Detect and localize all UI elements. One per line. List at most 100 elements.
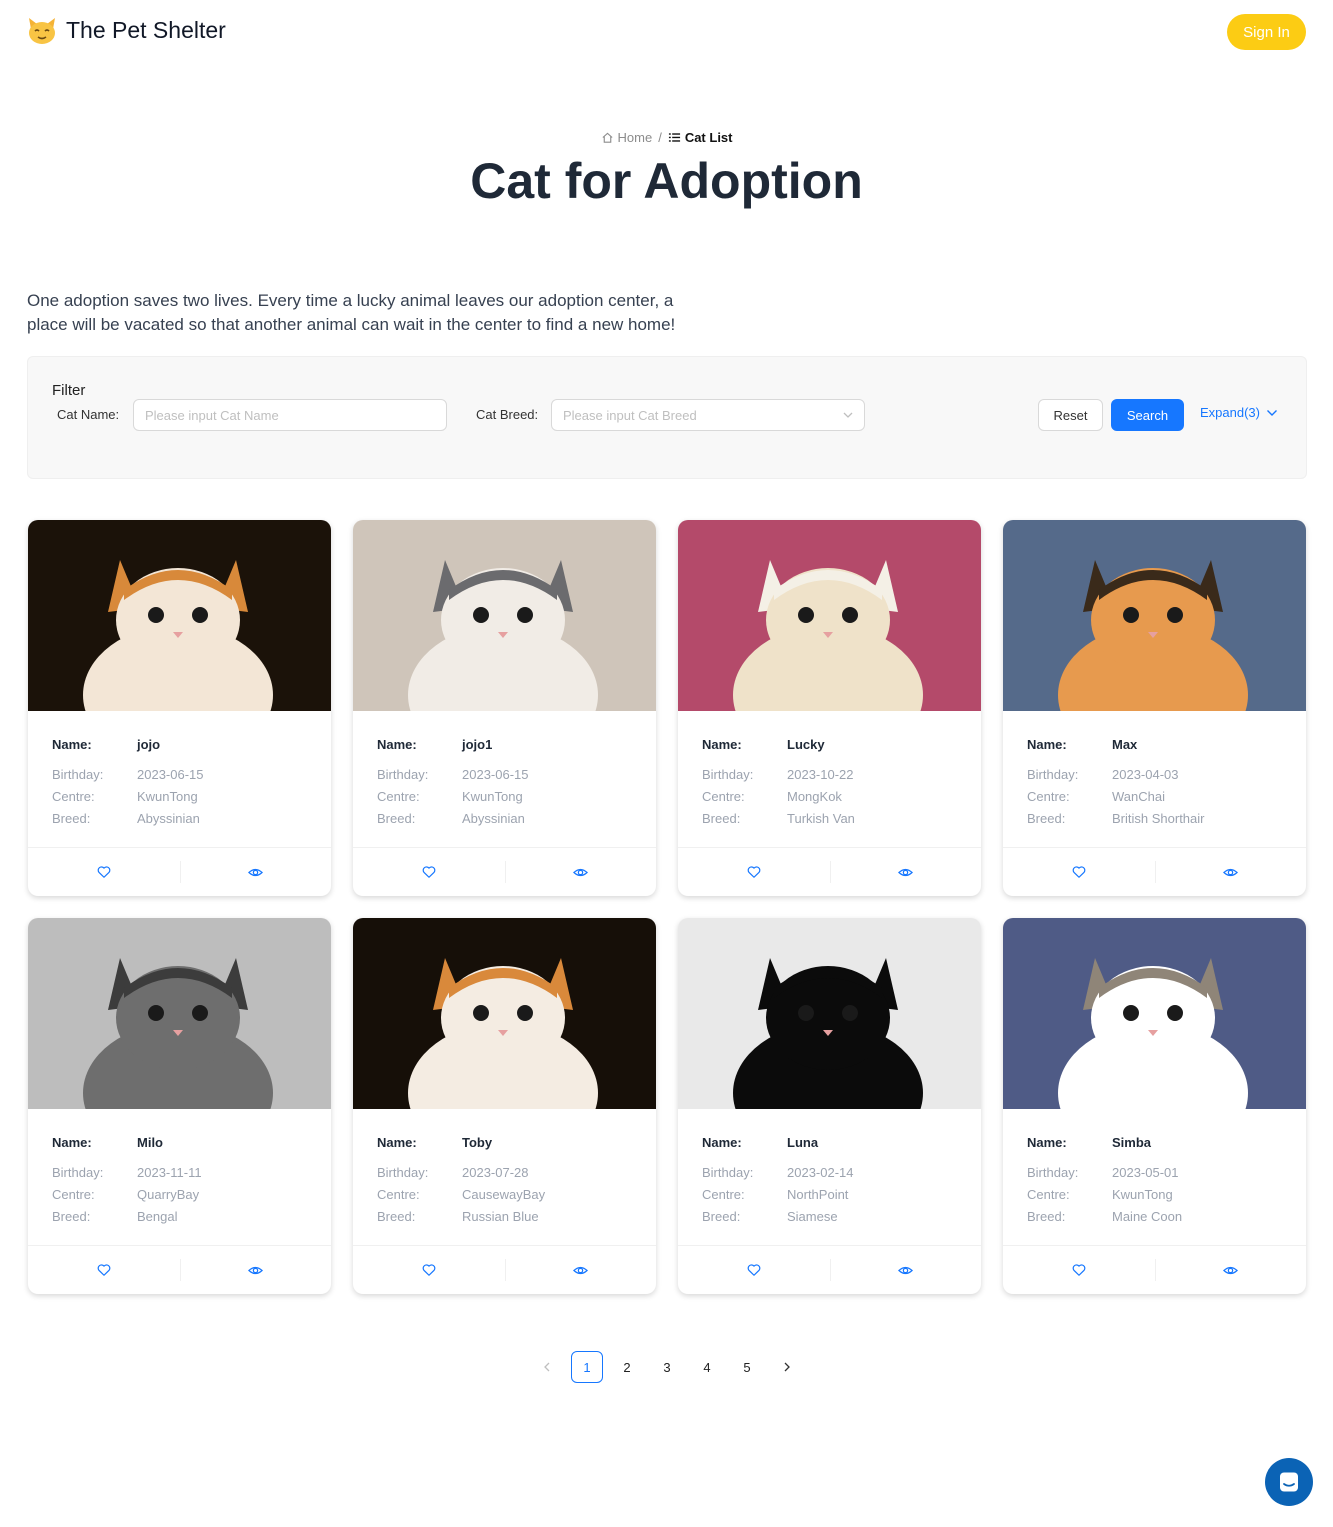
cat-details: Name: jojo1 Birthday: 2023-06-15 Centre: Kwun… (377, 734, 640, 830)
prev-page-button[interactable] (531, 1351, 563, 1383)
page-3-button[interactable]: 3 (651, 1351, 683, 1383)
page-2-button[interactable]: 2 (611, 1351, 643, 1383)
sign-in-button[interactable]: Sign In (1227, 14, 1306, 50)
cat-birthday-row: Birthday: 2023-04-03 (1027, 764, 1290, 786)
cat-breed-value: Abyssinian (462, 811, 525, 826)
view-button[interactable] (504, 848, 657, 896)
cat-breed-select[interactable]: Please input Cat Breed (551, 399, 865, 431)
intro-text: One adoption saves two lives. Every time… (27, 291, 676, 334)
cat-name-row: Name: Luna (702, 1132, 965, 1154)
cat-breed-label: Breed: (377, 1209, 416, 1224)
cat-centre-label: Centre: (377, 1187, 420, 1202)
breadcrumb-home-label: Home (617, 130, 653, 145)
favorite-button[interactable] (28, 848, 180, 896)
favorite-button[interactable] (678, 848, 830, 896)
cat-name-value: Luna (787, 1135, 819, 1150)
chevron-left-icon (544, 1362, 550, 1372)
cat-centre-row: Centre: WanChai (1027, 786, 1290, 808)
cat-breed-label: Breed: (702, 1209, 741, 1224)
cat-name-label: Name: (377, 737, 417, 752)
page-4-button[interactable]: 4 (691, 1351, 723, 1383)
cat-card[interactable]: Name: Max Birthday: 2023-04-03 Centre: WanCha… (1003, 520, 1306, 896)
card-actions (1003, 847, 1306, 896)
view-button[interactable] (829, 1246, 982, 1294)
cat-name-label: Name: (377, 1135, 417, 1150)
cat-card[interactable]: Name: Toby Birthday: 2023-07-28 Centre: Cause… (353, 918, 656, 1294)
cat-photo (28, 520, 331, 711)
cat-card[interactable]: Name: Luna Birthday: 2023-02-14 Centre: North… (678, 918, 981, 1294)
cat-card[interactable]: Name: Lucky Birthday: 2023-10-22 Centre: Mong… (678, 520, 981, 896)
cat-details: Name: Luna Birthday: 2023-02-14 Centre: North… (702, 1132, 965, 1228)
cat-photo (353, 520, 656, 711)
view-button[interactable] (1154, 1246, 1307, 1294)
chat-button[interactable] (1265, 1458, 1313, 1506)
eye-icon (247, 868, 263, 876)
cat-breed-value: Russian Blue (462, 1209, 539, 1224)
favorite-button[interactable] (1003, 1246, 1155, 1294)
cat-breed-value: Siamese (787, 1209, 838, 1224)
breadcrumb-current-label: Cat List (684, 130, 733, 145)
cat-breed-row: Breed: Maine Coon (1027, 1206, 1290, 1228)
view-button[interactable] (179, 1246, 332, 1294)
cat-card[interactable]: Name: Milo Birthday: 2023-11-11 Centre: Quarr… (28, 918, 331, 1294)
eye-icon (572, 868, 588, 876)
favorite-button[interactable] (353, 848, 505, 896)
cat-birthday-value: 2023-02-14 (787, 1165, 854, 1180)
favorite-button[interactable] (678, 1246, 830, 1294)
brand[interactable]: The Pet Shelter (26, 14, 226, 46)
cat-name-label: Name: (52, 737, 92, 752)
page-5-button[interactable]: 5 (731, 1351, 763, 1383)
cat-card[interactable]: Name: Simba Birthday: 2023-05-01 Centre: Kwun… (1003, 918, 1306, 1294)
filter-panel: Filter Cat Name: Cat Breed: Please input… (27, 356, 1307, 479)
cat-centre-row: Centre: CausewayBay (377, 1184, 640, 1206)
favorite-button[interactable] (1003, 848, 1155, 896)
view-button[interactable] (829, 848, 982, 896)
page-1-button[interactable]: 1 (571, 1351, 603, 1383)
cat-card[interactable]: Name: jojo Birthday: 2023-06-15 Centre: KwunT… (28, 520, 331, 896)
cat-breed-label: Breed: (702, 811, 741, 826)
cat-name-row: Name: Lucky (702, 734, 965, 756)
card-actions (28, 1245, 331, 1294)
search-button[interactable]: Search (1111, 399, 1184, 431)
favorite-button[interactable] (28, 1246, 180, 1294)
cat-breed-row: Breed: British Shorthair (1027, 808, 1290, 830)
cat-name-row: Name: jojo1 (377, 734, 640, 756)
cat-breed-row: Breed: Siamese (702, 1206, 965, 1228)
card-actions (1003, 1245, 1306, 1294)
cat-card[interactable]: Name: jojo1 Birthday: 2023-06-15 Centre: Kwun… (353, 520, 656, 896)
cat-breed-label: Breed: (377, 811, 416, 826)
pagination: 12345 (531, 1351, 803, 1383)
cat-breed-row: Breed: Abyssinian (52, 808, 315, 830)
next-page-button[interactable] (771, 1351, 803, 1383)
cat-name-value: Toby (462, 1135, 493, 1150)
heart-icon (422, 1264, 436, 1276)
cat-name-label: Cat Name: (57, 407, 120, 422)
cat-centre-row: Centre: KwunTong (377, 786, 640, 808)
cat-centre-value: NorthPoint (787, 1187, 849, 1202)
cat-centre-label: Centre: (702, 1187, 745, 1202)
eye-icon (572, 1266, 588, 1274)
cat-centre-label: Centre: (702, 789, 745, 804)
cat-birthday-value: 2023-06-15 (137, 767, 204, 782)
cat-name-input[interactable] (133, 399, 447, 431)
heart-icon (97, 1264, 111, 1276)
cat-details: Name: Simba Birthday: 2023-05-01 Centre: Kwun… (1027, 1132, 1290, 1228)
cat-breed-label: Breed: (1027, 1209, 1066, 1224)
favorite-button[interactable] (353, 1246, 505, 1294)
cat-name-label: Name: (52, 1135, 92, 1150)
brand-name: The Pet Shelter (66, 16, 226, 43)
expand-toggle[interactable]: Expand(3) (1200, 405, 1278, 420)
view-button[interactable] (504, 1246, 657, 1294)
reset-button[interactable]: Reset (1038, 399, 1103, 431)
cat-name-label: Name: (702, 737, 742, 752)
cat-card-grid: Name: jojo Birthday: 2023-06-15 Centre: KwunT… (28, 520, 1307, 1294)
eye-icon (897, 868, 913, 876)
view-button[interactable] (1154, 848, 1307, 896)
cat-birthday-value: 2023-07-28 (462, 1165, 529, 1180)
breadcrumb-home[interactable]: Home (601, 130, 653, 145)
view-button[interactable] (179, 848, 332, 896)
cat-breed-placeholder: Please input Cat Breed (563, 408, 697, 423)
cat-centre-row: Centre: MongKok (702, 786, 965, 808)
cat-name-value: jojo (137, 737, 161, 752)
chevron-down-icon (1266, 409, 1277, 416)
